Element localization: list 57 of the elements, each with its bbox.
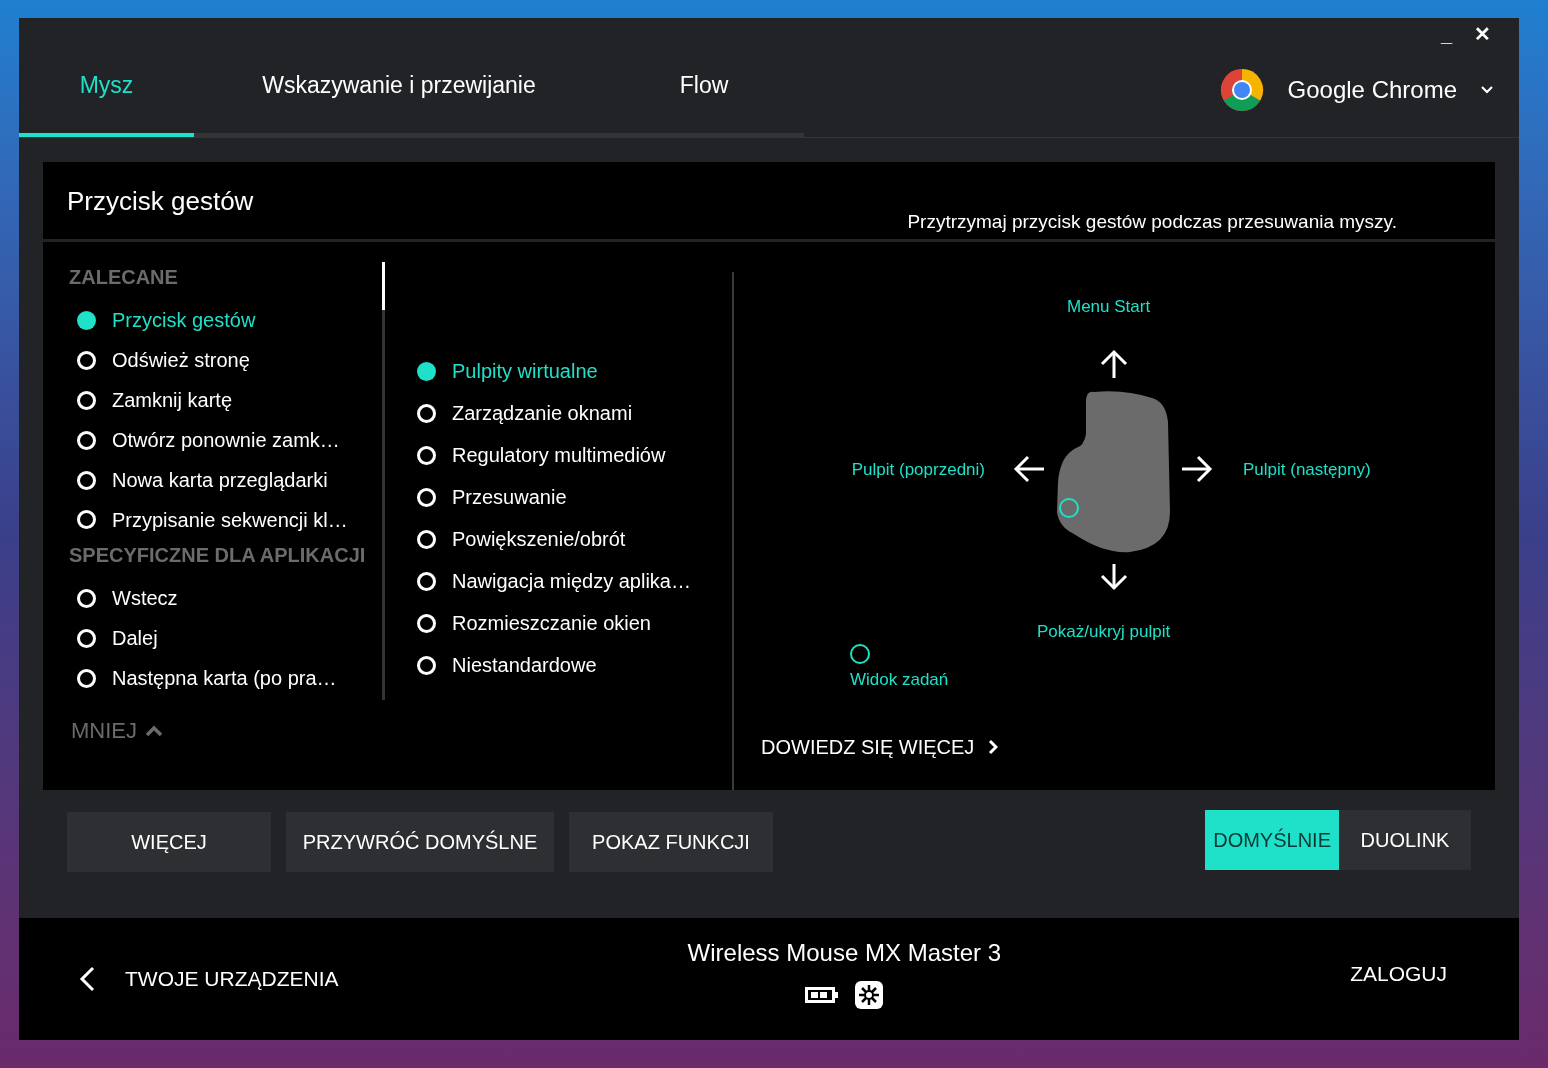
radio-option[interactable]: Nawigacja między aplika…: [409, 560, 732, 602]
tab[interactable]: Mysz: [19, 57, 194, 137]
radio-option[interactable]: Niestandardowe: [409, 644, 732, 686]
radio-option[interactable]: Przesuwanie: [409, 476, 732, 518]
gesture-label: Widok zadań: [850, 669, 949, 691]
panel-title: Przycisk gestów: [66, 185, 254, 218]
radio-option[interactable]: Zarządzanie oknami: [409, 392, 732, 434]
radio-option[interactable]: Wstecz: [69, 578, 382, 619]
gesture-label: Menu Start: [1067, 296, 1151, 318]
login-link[interactable]: ZALOGUJ: [1350, 958, 1459, 990]
gesture-label: Pokaż/ukryj pulpit: [1037, 621, 1171, 643]
gesture-button-marker: [1059, 498, 1079, 518]
arrow-left-icon: [1013, 455, 1044, 483]
back-link[interactable]: TWOJE URZĄDZENIA: [79, 963, 339, 995]
action-button[interactable]: PRZYWRÓĆ DOMYŚLNE: [286, 812, 554, 872]
battery-icon: [805, 987, 840, 1003]
tab[interactable]: Wskazywanie i przewijanie: [194, 57, 604, 137]
chevron-right-icon: [988, 739, 999, 755]
action-button[interactable]: POKAZ FUNKCJI: [569, 812, 773, 872]
app-selector[interactable]: Google Chrome: [1219, 57, 1519, 137]
radio-option[interactable]: Otwórz ponownie zamk…: [69, 420, 382, 460]
action-button[interactable]: WIĘCEJ: [67, 812, 271, 872]
radio-option[interactable]: Odśwież stronę: [69, 340, 382, 381]
scrollbar-thumb[interactable]: [382, 262, 385, 310]
toggle-option[interactable]: DOMYŚLNIE: [1205, 810, 1339, 870]
arrow-up-icon: [1100, 349, 1128, 378]
learn-more-link[interactable]: DOWIEDZ SIĘ WIĘCEJ: [761, 732, 999, 762]
gesture-label: Pulpit (następny): [1243, 459, 1371, 481]
gesture-label: Pulpit (poprzedni): [851, 459, 985, 481]
device-name: Wireless Mouse MX Master 3: [687, 938, 1001, 968]
toggle-option[interactable]: DUOLINK: [1339, 810, 1471, 870]
panel-hint: Przytrzymaj przycisk gestów podczas przesuwania myszy.: [907, 210, 1398, 234]
less-link[interactable]: MNIEJ: [43, 714, 385, 747]
section-heading: ZALECANE: [69, 265, 179, 290]
tab[interactable]: Flow: [604, 57, 804, 137]
radio-option[interactable]: Regulatory multimediów: [409, 434, 732, 476]
radio-option[interactable]: Dalej: [69, 618, 382, 659]
minimize-button[interactable]: _: [1440, 24, 1452, 44]
arrow-down-icon: [1100, 564, 1128, 591]
close-button[interactable]: ✕: [1474, 24, 1491, 44]
chevron-up-icon: [145, 724, 163, 737]
section-heading: SPECYFICZNE DLA APLIKACJI: [69, 543, 367, 568]
chrome-logo-icon: [1219, 68, 1264, 112]
radio-option[interactable]: Pulpity wirtualne: [409, 350, 732, 392]
radio-option[interactable]: Przypisanie sekwencji kl…: [69, 500, 382, 540]
asterisk-icon: [855, 981, 884, 1009]
arrow-right-icon: [1182, 455, 1213, 483]
scrollbar-track[interactable]: [382, 262, 385, 700]
radio-option[interactable]: Rozmieszczanie okien: [409, 602, 732, 644]
chevron-down-icon: [1481, 86, 1493, 94]
circle-icon: [850, 644, 870, 664]
radio-option[interactable]: Powiększenie/obrót: [409, 518, 732, 560]
radio-option[interactable]: Następna karta (po pra…: [69, 658, 382, 698]
radio-option[interactable]: Przycisk gestów: [69, 300, 382, 341]
radio-option[interactable]: Nowa karta przeglądarki: [69, 460, 382, 500]
radio-option[interactable]: Zamknij kartę: [69, 380, 382, 421]
chevron-left-icon: [79, 966, 95, 992]
